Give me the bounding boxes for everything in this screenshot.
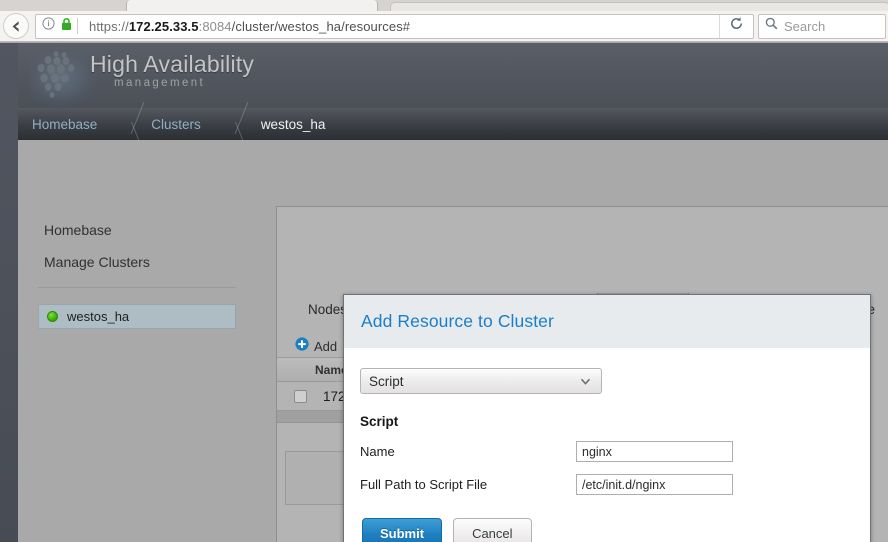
browser-navigation-bar: https://172.25.33.5:8084/cluster/westos_… xyxy=(0,11,888,42)
app-logo-text: High Availability management xyxy=(90,51,254,89)
url-path: /cluster/westos_ha/resources# xyxy=(231,18,411,34)
url-bar[interactable]: https://172.25.33.5:8084/cluster/westos_… xyxy=(35,13,754,39)
reload-icon xyxy=(729,16,744,36)
add-resource-button[interactable]: Add xyxy=(295,336,338,356)
url-separator xyxy=(77,18,78,34)
chevron-down-icon xyxy=(579,375,592,393)
field-label-script-path: Full Path to Script File xyxy=(360,477,488,492)
plus-circle-icon xyxy=(295,336,309,356)
app-title: High Availability xyxy=(90,51,255,77)
site-identity-box[interactable] xyxy=(36,17,89,36)
browser-tab[interactable] xyxy=(126,0,378,11)
add-label: Add xyxy=(314,338,338,354)
dialog-body: Script Script Name nginx Full Path to Sc… xyxy=(344,348,870,495)
reload-button[interactable] xyxy=(719,14,753,38)
back-arrow-icon xyxy=(9,19,24,34)
cancel-button[interactable]: Cancel xyxy=(453,518,532,542)
app-header: High Availability management xyxy=(18,43,888,108)
breadcrumb: Homebase Clusters westos_ha xyxy=(18,108,888,140)
dialog-section-title: Script xyxy=(360,414,399,429)
breadcrumb-item-homebase[interactable]: Homebase xyxy=(18,117,111,132)
resource-type-select[interactable]: Script xyxy=(360,368,602,394)
field-label-name: Name xyxy=(360,444,395,459)
form-row-name: Name nginx xyxy=(360,441,852,462)
sidebar-item-manage-clusters[interactable]: Manage Clusters xyxy=(18,251,150,273)
sidebar-item-homebase[interactable]: Homebase xyxy=(18,219,112,241)
form-row-script-path: Full Path to Script File /etc/init.d/ngi… xyxy=(360,474,852,495)
search-box[interactable]: Search xyxy=(758,13,886,39)
dialog-title: Add Resource to Cluster xyxy=(361,310,554,331)
breadcrumb-separator-icon xyxy=(215,108,241,140)
screen: https://172.25.33.5:8084/cluster/westos_… xyxy=(0,0,888,542)
sidebar-item-cluster-westos-ha[interactable]: westos_ha xyxy=(38,304,236,329)
breadcrumb-separator-icon xyxy=(111,108,137,140)
cluster-name-label: westos_ha xyxy=(67,309,130,324)
url-scheme: https:// xyxy=(89,18,129,34)
script-path-input[interactable]: /etc/init.d/nginx xyxy=(576,474,733,495)
search-placeholder: Search xyxy=(784,18,826,34)
app-subtitle: management xyxy=(114,77,206,89)
browser-tab-strip xyxy=(0,0,888,11)
honeycomb-logo-icon xyxy=(32,48,88,108)
dialog-header: Add Resource to Cluster xyxy=(344,295,870,348)
cluster-status-dot-icon xyxy=(47,311,58,322)
row-checkbox[interactable] xyxy=(294,389,307,403)
sidebar-divider xyxy=(38,287,236,288)
back-button[interactable] xyxy=(3,13,29,39)
padlock-icon xyxy=(61,17,72,36)
add-resource-dialog: Add Resource to Cluster Script Script Na… xyxy=(343,294,871,542)
resource-type-value: Script xyxy=(369,373,404,389)
browser-tab-inactive[interactable] xyxy=(390,2,888,11)
submit-button[interactable]: Submit xyxy=(362,518,443,542)
name-input[interactable]: nginx xyxy=(576,441,733,462)
breadcrumb-item-current: westos_ha xyxy=(260,116,326,132)
sidebar: Homebase Manage Clusters westos_ha xyxy=(18,140,258,542)
info-circle-icon[interactable] xyxy=(42,17,55,35)
url-port: :8084 xyxy=(198,18,232,34)
url-text: https://172.25.33.5:8084/cluster/westos_… xyxy=(89,19,410,34)
dialog-actions: Submit Cancel xyxy=(362,518,532,542)
url-host: 172.25.33.5 xyxy=(128,18,199,34)
search-icon xyxy=(765,17,778,35)
breadcrumb-item-clusters[interactable]: Clusters xyxy=(137,117,215,132)
web-page: High Availability management Homebase Cl… xyxy=(0,43,888,542)
